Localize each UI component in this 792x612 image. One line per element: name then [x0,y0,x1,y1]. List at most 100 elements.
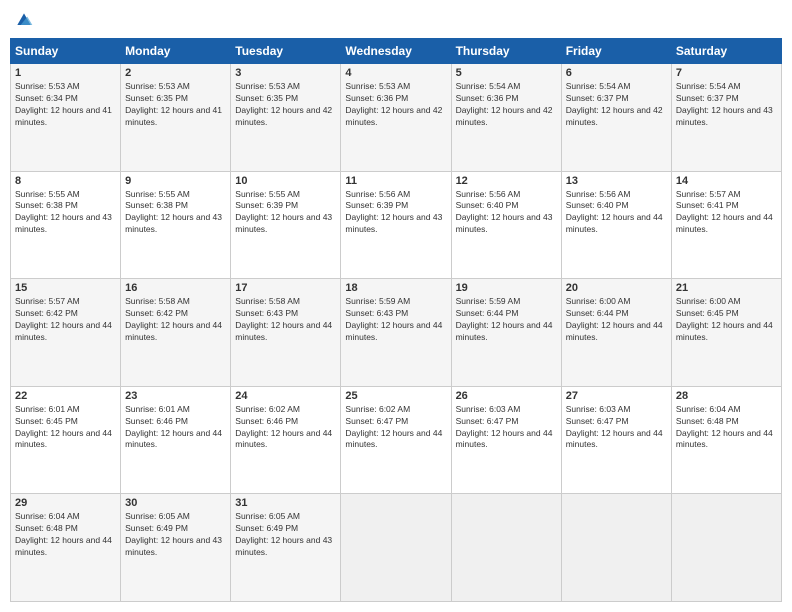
day-info: Sunrise: 6:00 AM Sunset: 6:44 PM Dayligh… [566,296,667,344]
calendar-cell: 14 Sunrise: 5:57 AM Sunset: 6:41 PM Dayl… [671,171,781,279]
col-header-friday: Friday [561,39,671,64]
day-info: Sunrise: 6:01 AM Sunset: 6:46 PM Dayligh… [125,404,226,452]
day-info: Sunrise: 6:04 AM Sunset: 6:48 PM Dayligh… [15,511,116,559]
calendar-cell: 23 Sunrise: 6:01 AM Sunset: 6:46 PM Dayl… [121,386,231,494]
day-number: 25 [345,390,446,402]
calendar-cell: 12 Sunrise: 5:56 AM Sunset: 6:40 PM Dayl… [451,171,561,279]
day-number: 5 [456,67,557,79]
calendar-cell: 15 Sunrise: 5:57 AM Sunset: 6:42 PM Dayl… [11,279,121,387]
calendar-cell: 8 Sunrise: 5:55 AM Sunset: 6:38 PM Dayli… [11,171,121,279]
calendar-cell: 18 Sunrise: 5:59 AM Sunset: 6:43 PM Dayl… [341,279,451,387]
calendar-week-5: 29 Sunrise: 6:04 AM Sunset: 6:48 PM Dayl… [11,494,782,602]
day-number: 3 [235,67,336,79]
logo-icon [14,10,34,30]
calendar-cell: 25 Sunrise: 6:02 AM Sunset: 6:47 PM Dayl… [341,386,451,494]
col-header-monday: Monday [121,39,231,64]
day-info: Sunrise: 6:03 AM Sunset: 6:47 PM Dayligh… [566,404,667,452]
day-info: Sunrise: 6:05 AM Sunset: 6:49 PM Dayligh… [125,511,226,559]
day-number: 13 [566,175,667,187]
day-info: Sunrise: 5:59 AM Sunset: 6:43 PM Dayligh… [345,296,446,344]
day-info: Sunrise: 6:02 AM Sunset: 6:47 PM Dayligh… [345,404,446,452]
calendar-cell: 7 Sunrise: 5:54 AM Sunset: 6:37 PM Dayli… [671,64,781,172]
day-info: Sunrise: 5:55 AM Sunset: 6:38 PM Dayligh… [15,189,116,237]
col-header-saturday: Saturday [671,39,781,64]
day-number: 29 [15,497,116,509]
calendar-cell: 19 Sunrise: 5:59 AM Sunset: 6:44 PM Dayl… [451,279,561,387]
day-number: 2 [125,67,226,79]
calendar-cell: 2 Sunrise: 5:53 AM Sunset: 6:35 PM Dayli… [121,64,231,172]
calendar-week-1: 1 Sunrise: 5:53 AM Sunset: 6:34 PM Dayli… [11,64,782,172]
day-info: Sunrise: 5:54 AM Sunset: 6:37 PM Dayligh… [566,81,667,129]
day-number: 12 [456,175,557,187]
day-info: Sunrise: 6:02 AM Sunset: 6:46 PM Dayligh… [235,404,336,452]
day-info: Sunrise: 5:53 AM Sunset: 6:34 PM Dayligh… [15,81,116,129]
calendar-table: SundayMondayTuesdayWednesdayThursdayFrid… [10,38,782,602]
calendar-cell: 30 Sunrise: 6:05 AM Sunset: 6:49 PM Dayl… [121,494,231,602]
logo [10,10,34,30]
calendar-cell [341,494,451,602]
day-info: Sunrise: 5:54 AM Sunset: 6:37 PM Dayligh… [676,81,777,129]
day-info: Sunrise: 6:01 AM Sunset: 6:45 PM Dayligh… [15,404,116,452]
day-number: 8 [15,175,116,187]
day-info: Sunrise: 5:57 AM Sunset: 6:42 PM Dayligh… [15,296,116,344]
day-number: 9 [125,175,226,187]
calendar-cell: 21 Sunrise: 6:00 AM Sunset: 6:45 PM Dayl… [671,279,781,387]
day-number: 17 [235,282,336,294]
day-number: 6 [566,67,667,79]
calendar-cell: 17 Sunrise: 5:58 AM Sunset: 6:43 PM Dayl… [231,279,341,387]
calendar-cell [671,494,781,602]
day-info: Sunrise: 5:53 AM Sunset: 6:36 PM Dayligh… [345,81,446,129]
calendar-week-3: 15 Sunrise: 5:57 AM Sunset: 6:42 PM Dayl… [11,279,782,387]
header [10,10,782,30]
calendar-cell: 10 Sunrise: 5:55 AM Sunset: 6:39 PM Dayl… [231,171,341,279]
day-number: 22 [15,390,116,402]
calendar-cell: 6 Sunrise: 5:54 AM Sunset: 6:37 PM Dayli… [561,64,671,172]
calendar-cell: 27 Sunrise: 6:03 AM Sunset: 6:47 PM Dayl… [561,386,671,494]
day-info: Sunrise: 5:53 AM Sunset: 6:35 PM Dayligh… [235,81,336,129]
calendar-cell: 11 Sunrise: 5:56 AM Sunset: 6:39 PM Dayl… [341,171,451,279]
calendar-cell: 1 Sunrise: 5:53 AM Sunset: 6:34 PM Dayli… [11,64,121,172]
day-info: Sunrise: 6:00 AM Sunset: 6:45 PM Dayligh… [676,296,777,344]
calendar-cell: 20 Sunrise: 6:00 AM Sunset: 6:44 PM Dayl… [561,279,671,387]
day-number: 21 [676,282,777,294]
col-header-thursday: Thursday [451,39,561,64]
calendar-cell: 5 Sunrise: 5:54 AM Sunset: 6:36 PM Dayli… [451,64,561,172]
calendar-cell: 3 Sunrise: 5:53 AM Sunset: 6:35 PM Dayli… [231,64,341,172]
calendar-week-2: 8 Sunrise: 5:55 AM Sunset: 6:38 PM Dayli… [11,171,782,279]
calendar-cell: 16 Sunrise: 5:58 AM Sunset: 6:42 PM Dayl… [121,279,231,387]
day-number: 10 [235,175,336,187]
day-info: Sunrise: 5:57 AM Sunset: 6:41 PM Dayligh… [676,189,777,237]
col-header-tuesday: Tuesday [231,39,341,64]
day-number: 31 [235,497,336,509]
day-number: 26 [456,390,557,402]
day-info: Sunrise: 5:53 AM Sunset: 6:35 PM Dayligh… [125,81,226,129]
day-number: 24 [235,390,336,402]
calendar-cell: 24 Sunrise: 6:02 AM Sunset: 6:46 PM Dayl… [231,386,341,494]
day-info: Sunrise: 6:03 AM Sunset: 6:47 PM Dayligh… [456,404,557,452]
calendar-cell: 22 Sunrise: 6:01 AM Sunset: 6:45 PM Dayl… [11,386,121,494]
col-header-wednesday: Wednesday [341,39,451,64]
calendar-cell [561,494,671,602]
day-info: Sunrise: 5:56 AM Sunset: 6:39 PM Dayligh… [345,189,446,237]
day-number: 28 [676,390,777,402]
calendar-week-4: 22 Sunrise: 6:01 AM Sunset: 6:45 PM Dayl… [11,386,782,494]
calendar-cell: 4 Sunrise: 5:53 AM Sunset: 6:36 PM Dayli… [341,64,451,172]
day-info: Sunrise: 6:04 AM Sunset: 6:48 PM Dayligh… [676,404,777,452]
day-number: 1 [15,67,116,79]
day-number: 15 [15,282,116,294]
day-info: Sunrise: 6:05 AM Sunset: 6:49 PM Dayligh… [235,511,336,559]
day-number: 19 [456,282,557,294]
day-number: 11 [345,175,446,187]
day-number: 7 [676,67,777,79]
day-number: 30 [125,497,226,509]
day-info: Sunrise: 5:55 AM Sunset: 6:39 PM Dayligh… [235,189,336,237]
day-info: Sunrise: 5:54 AM Sunset: 6:36 PM Dayligh… [456,81,557,129]
day-number: 23 [125,390,226,402]
day-number: 4 [345,67,446,79]
day-info: Sunrise: 5:59 AM Sunset: 6:44 PM Dayligh… [456,296,557,344]
day-number: 27 [566,390,667,402]
calendar-cell: 28 Sunrise: 6:04 AM Sunset: 6:48 PM Dayl… [671,386,781,494]
day-info: Sunrise: 5:55 AM Sunset: 6:38 PM Dayligh… [125,189,226,237]
page: SundayMondayTuesdayWednesdayThursdayFrid… [0,0,792,612]
calendar-cell: 9 Sunrise: 5:55 AM Sunset: 6:38 PM Dayli… [121,171,231,279]
